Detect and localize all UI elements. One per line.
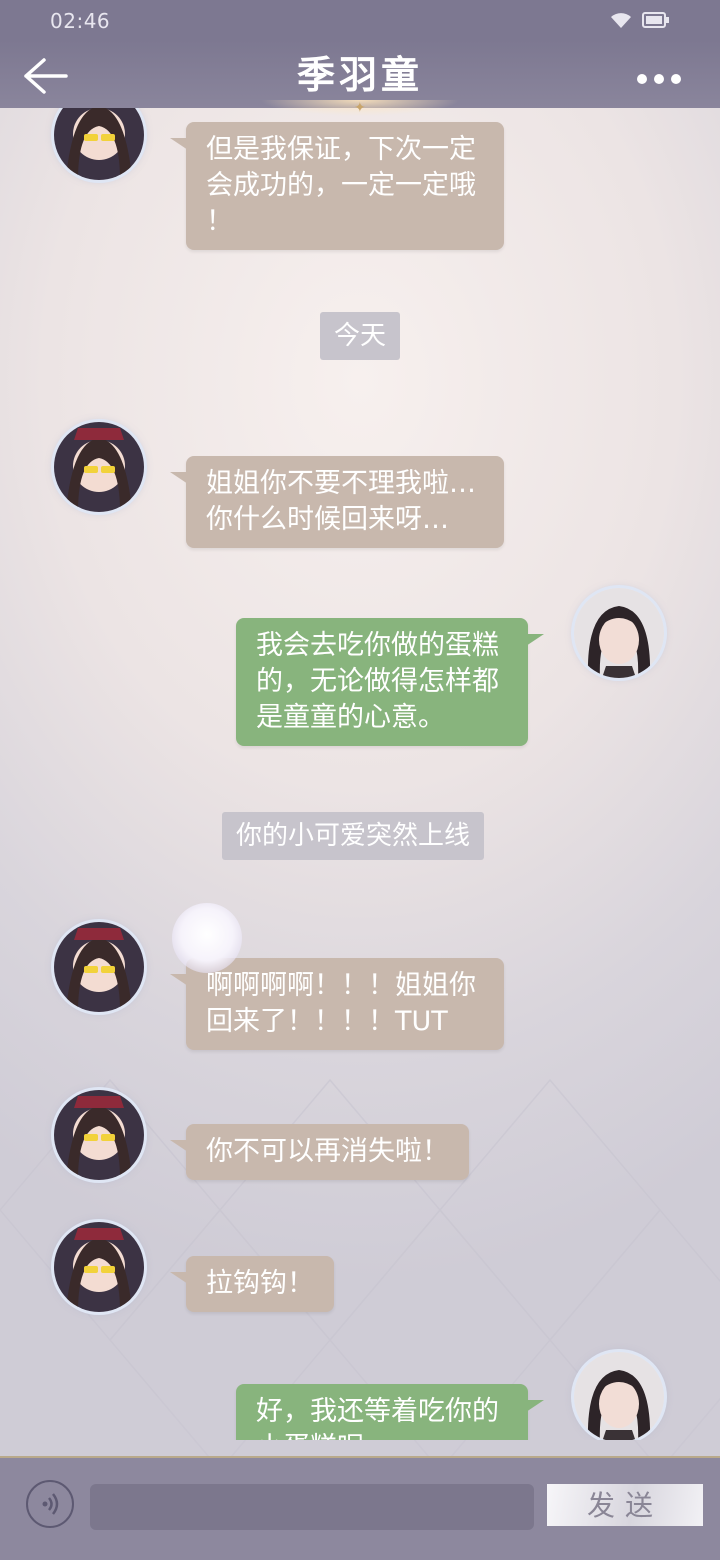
- page-title: 季羽童: [296, 52, 423, 97]
- message-bubble-left[interactable]: 拉钩钩！: [170, 1256, 334, 1312]
- voice-icon[interactable]: [26, 1480, 74, 1528]
- avatar-contact[interactable]: [54, 1090, 144, 1180]
- message-bubble-left[interactable]: 但是我保证，下次一定 会成功的，一定一定哦 ！: [170, 122, 504, 250]
- message-text: 但是我保证，下次一定: [206, 134, 476, 165]
- message-bubble-right[interactable]: 我会去吃你做的蛋糕 的，无论做得怎样都 是童童的心意。: [236, 618, 544, 746]
- avatar-self[interactable]: [574, 588, 664, 678]
- status-time: 02:46: [50, 9, 111, 33]
- message-bubble-right[interactable]: 好，我还等着吃你的 小蛋糕呢: [236, 1384, 544, 1440]
- input-bar: 发送: [0, 1456, 720, 1560]
- chat-header: 季羽童: [0, 40, 720, 108]
- status-bar: 02:46: [0, 0, 720, 40]
- avatar-contact[interactable]: [54, 1222, 144, 1312]
- system-message: 你的小可爱突然上线: [222, 812, 485, 860]
- battery-icon: [642, 12, 670, 32]
- message-text: ！: [206, 206, 233, 237]
- message-text: 的，无论做得怎样都: [256, 666, 499, 697]
- message-text: 姐姐你不要不理我啦…: [206, 468, 476, 499]
- message-text: 会成功的，一定一定哦: [206, 170, 476, 201]
- sparkle-orb-icon: [172, 903, 242, 973]
- send-button[interactable]: 发送: [547, 1484, 703, 1526]
- message-text: 小蛋糕呢: [256, 1430, 508, 1440]
- message-text: 你不可以再消失啦！: [206, 1136, 449, 1167]
- avatar-contact[interactable]: [54, 422, 144, 512]
- message-bubble-left[interactable]: 你不可以再消失啦！: [170, 1124, 469, 1180]
- message-text: 我会去吃你做的蛋糕: [256, 630, 499, 661]
- message-bubble-left[interactable]: 姐姐你不要不理我啦… 你什么时候回来呀…: [170, 456, 504, 548]
- message-text: 回来了！！！！TUT: [206, 1006, 448, 1037]
- more-dots-icon[interactable]: [636, 70, 682, 89]
- system-message: 今天: [320, 312, 401, 360]
- message-text: 拉钩钩！: [206, 1268, 314, 1299]
- message-bubble-left[interactable]: 啊啊啊啊！！！姐姐你 回来了！！！！TUT: [170, 958, 504, 1050]
- avatar-contact[interactable]: [54, 108, 144, 180]
- message-input[interactable]: [90, 1484, 534, 1530]
- message-text: 你什么时候回来呀…: [206, 504, 449, 535]
- wifi-icon: [610, 11, 632, 33]
- message-text: 啊啊啊啊！！！姐姐你: [206, 970, 476, 1001]
- avatar-self[interactable]: [574, 1352, 664, 1440]
- message-text: 是童童的心意。: [256, 702, 445, 733]
- chat-area[interactable]: 但是我保证，下次一定 会成功的，一定一定哦 ！ 今天 姐姐你不要不理我啦… 你什…: [0, 108, 720, 1440]
- avatar-contact[interactable]: [54, 922, 144, 1012]
- message-text: 好，我还等着吃你的: [256, 1396, 499, 1427]
- divider: [0, 1456, 720, 1458]
